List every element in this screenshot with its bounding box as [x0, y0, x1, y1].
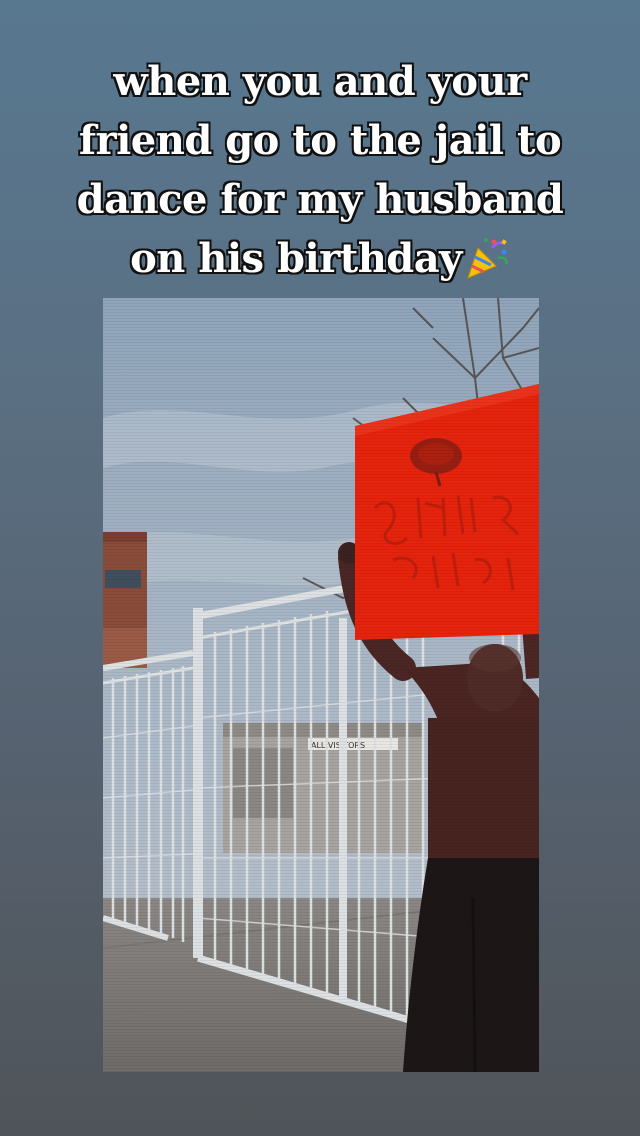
svg-text:ALL VISITORS: ALL VISITORS	[311, 741, 365, 750]
jail-building: ALL VISITORS	[223, 723, 423, 853]
caption-line-1: when you and your	[113, 58, 527, 105]
caption-line-4-text: on his birthday	[130, 235, 462, 282]
story-caption: when you and your friend go to the jail …	[20, 52, 620, 288]
party-popper-icon	[464, 234, 510, 280]
caption-line-3: dance for my husband	[76, 176, 564, 223]
caption-line-2: friend go to the jail to	[78, 117, 562, 164]
red-birthday-sign	[355, 384, 539, 640]
caption-line-4: on his birthday	[20, 229, 620, 288]
story-video[interactable]: ALL VISITORS	[103, 298, 539, 1072]
video-scene: ALL VISITORS	[103, 298, 539, 1072]
brick-building	[103, 532, 147, 668]
